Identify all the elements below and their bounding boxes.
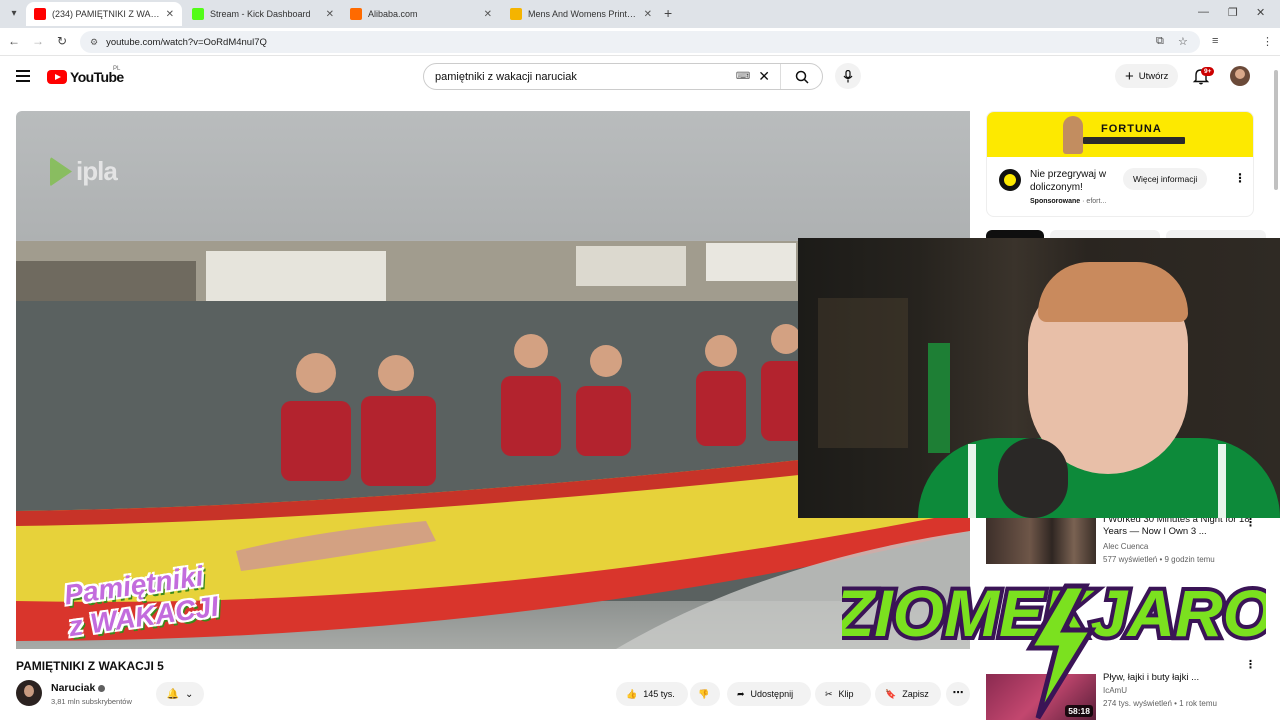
restore-icon[interactable]: ❐ bbox=[1228, 6, 1238, 19]
reload-icon[interactable]: ↻ bbox=[54, 34, 70, 48]
chip-related[interactable] bbox=[1050, 230, 1160, 238]
voice-search-button[interactable] bbox=[835, 63, 861, 89]
media-controls-icon[interactable]: ≡ bbox=[1212, 35, 1218, 47]
new-tab-icon[interactable]: + bbox=[664, 5, 672, 21]
address-bar[interactable]: ⚙ youtube.com/watch?v=OoRdM4nul7Q bbox=[80, 31, 1200, 53]
subscriber-count: 3,81 mln subskrybentów bbox=[51, 697, 132, 706]
ad-sponsor-line: Sponsorowane · efort... bbox=[1030, 198, 1107, 205]
shirt-stripe bbox=[968, 444, 976, 518]
tab-alibaba[interactable]: Alibaba.com ✕ bbox=[342, 2, 500, 26]
ipla-logo-icon bbox=[50, 156, 72, 187]
chevron-down-icon: ⌄ bbox=[185, 688, 194, 700]
streamer-logo: ZIOMEKJARO bbox=[842, 572, 1266, 720]
scrollbar-thumb[interactable] bbox=[1274, 70, 1278, 190]
like-count: 145 tys. bbox=[643, 689, 675, 699]
scissors-icon: ✂ bbox=[825, 688, 833, 699]
region-code: PL bbox=[113, 66, 121, 72]
notification-badge: 9+ bbox=[1201, 67, 1215, 76]
close-tab-icon[interactable]: ✕ bbox=[166, 9, 174, 20]
back-icon[interactable]: ← bbox=[6, 34, 22, 48]
bookmark-star-icon[interactable]: ☆ bbox=[1178, 35, 1188, 48]
install-app-icon[interactable]: ⧉ bbox=[1156, 35, 1164, 48]
ad-tagline-bar bbox=[1083, 137, 1185, 144]
close-tab-icon[interactable]: ✕ bbox=[484, 9, 492, 20]
ad-card[interactable]: FORTUNA Nie przegrywaj w doliczonym! Spo… bbox=[986, 111, 1254, 217]
advertiser-logo[interactable] bbox=[999, 169, 1021, 191]
microphone-foam bbox=[998, 438, 1068, 518]
channel-name[interactable]: Naruciak bbox=[51, 682, 106, 694]
tab-search-icon[interactable]: ▾ bbox=[6, 6, 22, 22]
tab-kick-dashboard[interactable]: Stream - Kick Dashboard ✕ bbox=[184, 2, 342, 26]
search-button[interactable] bbox=[780, 64, 822, 89]
search-input[interactable] bbox=[424, 70, 736, 83]
like-button[interactable]: 👍 145 tys. bbox=[616, 682, 688, 706]
background-tower-light bbox=[928, 343, 950, 453]
filter-chips bbox=[986, 229, 1280, 238]
search-box: ⌨ ✕ bbox=[423, 63, 823, 90]
tab-print-on-demand[interactable]: Mens And Womens Print On D... ✕ bbox=[502, 2, 660, 26]
tab-label: Mens And Womens Print On D... bbox=[528, 9, 638, 19]
streamer-hair bbox=[1038, 262, 1188, 322]
tab-label: Stream - Kick Dashboard bbox=[210, 9, 311, 19]
create-button[interactable]: + Utwórz bbox=[1115, 64, 1179, 88]
account-avatar[interactable] bbox=[1230, 66, 1250, 86]
chip-all[interactable] bbox=[986, 230, 1044, 238]
background-shelf bbox=[818, 298, 908, 448]
kick-favicon-icon bbox=[192, 8, 204, 20]
ad-model-image bbox=[1063, 116, 1083, 154]
share-button[interactable]: ➦ Udostępnij bbox=[727, 682, 811, 706]
ad-brand: FORTUNA bbox=[1101, 123, 1162, 135]
channel-avatar[interactable] bbox=[16, 680, 42, 706]
alibaba-favicon-icon bbox=[350, 8, 362, 20]
channel-name-text: Naruciak bbox=[51, 682, 96, 694]
clear-search-icon[interactable]: ✕ bbox=[758, 68, 770, 85]
verified-check-icon bbox=[98, 684, 106, 692]
ipla-text: ipla bbox=[76, 156, 118, 186]
ad-banner[interactable]: FORTUNA bbox=[987, 112, 1253, 157]
related-channel[interactable]: Alec Cuenca bbox=[1103, 542, 1148, 551]
shirt-stripe bbox=[1218, 444, 1226, 518]
thumbs-down-icon: 👎 bbox=[698, 688, 710, 699]
share-label: Udostępnij bbox=[750, 689, 794, 699]
subscribed-button[interactable]: 🔔 ⌄ bbox=[156, 682, 204, 706]
shop-favicon-icon bbox=[510, 8, 522, 20]
ad-domain: efort... bbox=[1086, 198, 1107, 205]
close-tab-icon[interactable]: ✕ bbox=[644, 9, 652, 20]
youtube-header: YouTube PL ⌨ ✕ + Utwórz 9+ bbox=[0, 56, 1280, 100]
browser-tab-bar: ▾ (234) PAMIĘTNIKI Z WAKACJI 5 ✕ Stream … bbox=[0, 0, 1280, 28]
site-info-icon[interactable]: ⚙ bbox=[90, 37, 98, 48]
video-title: PAMIĘTNIKI Z WAKACJI 5 bbox=[16, 659, 164, 673]
url-text: youtube.com/watch?v=OoRdM4nul7Q bbox=[106, 36, 267, 48]
page-scrollbar[interactable] bbox=[1272, 60, 1280, 720]
youtube-favicon-icon bbox=[34, 8, 46, 20]
ipla-watermark: ipla bbox=[50, 156, 118, 187]
search-icon bbox=[795, 70, 809, 84]
microphone-icon bbox=[843, 69, 853, 82]
create-label: Utwórz bbox=[1138, 70, 1169, 82]
tab-youtube[interactable]: (234) PAMIĘTNIKI Z WAKACJI 5 ✕ bbox=[26, 2, 182, 26]
keyboard-icon[interactable]: ⌨ bbox=[736, 71, 750, 82]
close-tab-icon[interactable]: ✕ bbox=[326, 9, 334, 20]
browser-menu-icon[interactable]: ⋮ bbox=[1262, 35, 1273, 48]
ad-menu-icon[interactable]: ⋮ bbox=[1234, 171, 1246, 185]
chip-channel[interactable] bbox=[1166, 230, 1266, 238]
minimize-icon[interactable]: — bbox=[1198, 6, 1209, 18]
browser-toolbar: ← → ↻ ⚙ youtube.com/watch?v=OoRdM4nul7Q … bbox=[0, 28, 1280, 75]
forward-icon[interactable]: → bbox=[30, 34, 46, 48]
menu-icon[interactable] bbox=[16, 70, 30, 82]
plus-icon: + bbox=[1125, 67, 1134, 85]
bell-icon: 🔔 bbox=[166, 688, 180, 700]
share-arrow-icon: ➦ bbox=[737, 688, 745, 699]
tab-label: Alibaba.com bbox=[368, 9, 418, 19]
dislike-button[interactable]: 👎 bbox=[690, 682, 720, 706]
ad-headline[interactable]: Nie przegrywaj w doliczonym! bbox=[1030, 168, 1125, 194]
thumbs-up-icon: 👍 bbox=[626, 688, 638, 699]
close-window-icon[interactable]: ✕ bbox=[1256, 6, 1265, 19]
youtube-play-icon bbox=[47, 70, 67, 84]
sponsored-label: Sponsorowane bbox=[1030, 198, 1081, 205]
webcam-overlay bbox=[798, 238, 1280, 518]
ad-more-info-button[interactable]: Więcej informacji bbox=[1123, 168, 1208, 190]
tab-label: (234) PAMIĘTNIKI Z WAKACJI 5 bbox=[52, 9, 160, 19]
